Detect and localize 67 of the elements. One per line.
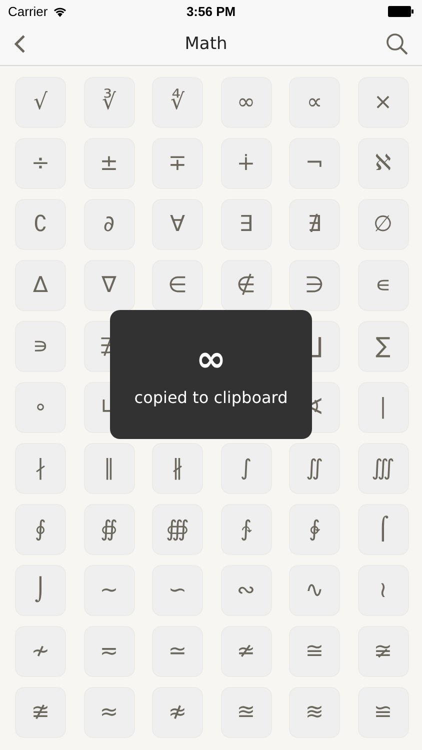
symbol-key[interactable]: ∘ [15, 382, 66, 433]
symbol-key[interactable]: ∿ [289, 565, 340, 616]
symbol-key[interactable]: ∀ [152, 199, 203, 250]
symbol-key[interactable]: ∯ [84, 504, 134, 555]
symbol-key[interactable]: ≃ [152, 626, 203, 677]
symbol-key[interactable]: ∽ [152, 565, 203, 616]
battery-icon [388, 6, 414, 16]
symbol-key[interactable]: ≄ [220, 626, 272, 677]
symbol-key[interactable]: ± [84, 138, 134, 189]
search-icon [386, 32, 408, 54]
symbol-key[interactable]: ∍ [15, 321, 66, 372]
symbol-key[interactable]: ∑ [358, 321, 408, 372]
symbol-key[interactable]: ∆ [15, 260, 66, 311]
symbol-key[interactable]: ≀ [358, 565, 408, 616]
clock: 3:56 PM [186, 4, 236, 18]
symbol-key[interactable]: √ [15, 77, 66, 128]
symbol-key[interactable]: ∦ [152, 443, 203, 494]
symbol-key[interactable]: ∁ [15, 199, 66, 250]
symbol-key[interactable]: ≇ [15, 687, 66, 738]
copied-symbol: ∞ [196, 342, 226, 378]
symbol-key[interactable]: ∥ [84, 443, 134, 494]
symbol-key[interactable]: ⌡ [15, 565, 66, 616]
symbol-key[interactable]: ∉ [220, 260, 272, 311]
symbol-key[interactable]: ≈ [84, 687, 134, 738]
symbol-key[interactable]: ≆ [358, 626, 408, 677]
symbol-key[interactable]: ∭ [358, 443, 408, 494]
symbol-key[interactable]: ∂ [84, 199, 134, 250]
symbol-key[interactable]: ∊ [358, 260, 408, 311]
symbol-key[interactable]: ∣ [358, 382, 408, 433]
screen-title: Math [184, 34, 228, 54]
wifi-icon [52, 6, 67, 16]
toast-message: copied to clipboard [134, 388, 288, 407]
symbol-key[interactable]: ∫ [220, 443, 272, 494]
carrier-label: Carrier [8, 4, 48, 18]
symbol-key[interactable]: ∰ [152, 504, 203, 555]
symbol-key[interactable]: ≉ [152, 687, 203, 738]
symbol-key[interactable]: ∤ [15, 443, 66, 494]
symbol-key[interactable]: × [358, 77, 408, 128]
symbol-key[interactable]: ≌ [358, 687, 408, 738]
symbol-key[interactable]: ∱ [220, 504, 272, 555]
symbol-key[interactable]: ⌠ [358, 504, 408, 555]
symbol-key[interactable]: ∛ [84, 77, 134, 128]
symbol-key[interactable]: ≂ [84, 626, 134, 677]
symbol-key[interactable]: ¬ [289, 138, 340, 189]
symbol-key[interactable]: ∬ [289, 443, 340, 494]
symbol-key[interactable]: ∇ [84, 260, 134, 311]
symbol-key[interactable]: ∅ [358, 199, 408, 250]
back-icon [14, 34, 26, 54]
symbol-key[interactable]: ÷ [15, 138, 66, 189]
symbol-key[interactable]: ∾ [220, 565, 272, 616]
symbol-key[interactable]: ∓ [152, 138, 203, 189]
symbol-key[interactable]: ≊ [220, 687, 272, 738]
symbol-key[interactable]: ≋ [289, 687, 340, 738]
symbol-key[interactable]: ℵ [358, 138, 408, 189]
symbol-key[interactable]: ∄ [289, 199, 340, 250]
symbol-key[interactable]: ∝ [289, 77, 340, 128]
symbol-key[interactable]: ∼ [84, 565, 134, 616]
symbol-key[interactable]: ∔ [220, 138, 272, 189]
symbol-key[interactable]: ≁ [15, 626, 66, 677]
symbol-key[interactable]: ∃ [220, 199, 272, 250]
symbol-key[interactable]: ∜ [152, 77, 203, 128]
symbol-key[interactable]: ∈ [152, 260, 203, 311]
symbol-key[interactable]: ∮ [15, 504, 66, 555]
symbol-key[interactable]: ∋ [289, 260, 340, 311]
symbol-key[interactable]: ≅ [289, 626, 340, 677]
symbol-key[interactable]: ∞ [220, 77, 272, 128]
symbol-key[interactable]: ∲ [289, 504, 340, 555]
